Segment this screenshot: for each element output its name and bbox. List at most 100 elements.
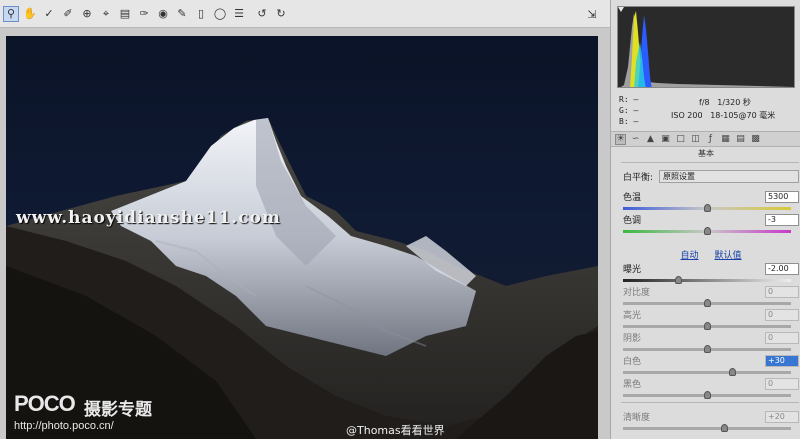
highlights-value-input[interactable]: 0 (765, 308, 799, 321)
site-watermark: www.haoyidianshe11.com (16, 208, 281, 228)
photo-preview[interactable]: www.haoyidianshe11.com POCO 摄影专题 http://… (6, 36, 598, 439)
shutter: 1/320 秒 (717, 98, 751, 107)
fullscreen-icon[interactable]: ⇲ (584, 7, 600, 21)
default-link[interactable]: 默认值 (715, 248, 742, 261)
radial-filter-icon[interactable]: ◯ (212, 6, 228, 22)
highlights-slider-track[interactable] (623, 322, 791, 330)
author-credit: @Thomas看看世界 (346, 424, 445, 437)
toolbar: ⚲ ✋ ✓ ✐ ⊕ ⌖ ▤ ✑ ◉ ✎ ▯ ◯ ☰ ↺ ↻ ⇲ (0, 0, 610, 28)
divider (621, 402, 799, 403)
list-icon[interactable]: ☰ (231, 6, 247, 22)
temperature-slider-thumb[interactable] (704, 204, 711, 212)
white-balance-row: 白平衡: 原照设置 (623, 169, 799, 183)
slider-header: 对比度 0 (623, 285, 799, 298)
tab-camera-calibration[interactable]: ▦ (720, 134, 731, 145)
contrast-slider-track[interactable] (623, 299, 791, 307)
clarity-value-input[interactable]: +20 (765, 410, 799, 423)
whites-value-input[interactable]: +30 (765, 354, 799, 367)
tint-value-input[interactable]: -3 (765, 213, 799, 226)
clarity-slider-track[interactable] (623, 424, 791, 432)
tab-basic[interactable]: ☀ (615, 133, 626, 145)
contrast-slider-thumb[interactable] (704, 299, 711, 307)
color-sampler-icon[interactable]: ✐ (60, 6, 76, 22)
tab-hsl[interactable]: ▣ (660, 134, 671, 145)
crop-icon[interactable]: ⌖ (98, 6, 114, 22)
red-eye-icon[interactable]: ◉ (155, 6, 171, 22)
exposure-slider-track[interactable] (623, 276, 791, 284)
slider-tint: 色调 -3 (623, 213, 799, 235)
camera-raw-window: ⚲ ✋ ✓ ✐ ⊕ ⌖ ▤ ✑ ◉ ✎ ▯ ◯ ☰ ↺ ↻ ⇲ www.haoy… (0, 0, 800, 439)
highlights-label: 高光 (623, 311, 642, 321)
temperature-value-input[interactable]: 5300 (765, 190, 799, 203)
spot-removal-icon[interactable]: ✑ (136, 6, 152, 22)
hand-icon[interactable]: ✋ (22, 6, 38, 22)
exposure-label: 曝光 (623, 265, 642, 275)
image-canvas[interactable]: www.haoyidianshe11.com POCO 摄影专题 http://… (0, 28, 610, 439)
tab-lens[interactable]: ◫ (690, 134, 701, 145)
histogram-graph (618, 7, 794, 87)
shadows-slider-track[interactable] (623, 345, 791, 353)
tint-slider-track[interactable] (623, 227, 791, 235)
clarity-label: 清晰度 (623, 413, 651, 423)
adjustments-panel: R: — G: — B: — f/8 1/320 秒 ISO 200 18-10… (610, 0, 800, 439)
white-balance-value: 原照设置 (663, 171, 695, 181)
slider-whites: 白色 +30 (623, 354, 799, 376)
exposure-value-input[interactable]: -2.00 (765, 262, 799, 275)
shadows-slider-thumb[interactable] (704, 345, 711, 353)
whites-slider-thumb[interactable] (729, 368, 737, 376)
slider-shadows: 阴影 0 (623, 331, 799, 353)
zoom-icon[interactable]: ⚲ (3, 5, 19, 22)
tint-slider-thumb[interactable] (704, 227, 711, 235)
blacks-slider-thumb[interactable] (704, 391, 711, 399)
slider-header: 高光 0 (623, 308, 799, 321)
slider-header: 黑色 0 (623, 377, 799, 390)
slider-temperature: 色温 5300 (623, 190, 799, 212)
slider-header: 清晰度 +20 (623, 410, 799, 423)
g-value: — (633, 106, 639, 115)
poco-url: http://photo.poco.cn/ (14, 420, 114, 432)
shadows-value-input[interactable]: 0 (765, 331, 799, 344)
blacks-label: 黑色 (623, 380, 642, 390)
white-balance-icon[interactable]: ✓ (41, 6, 57, 22)
slider-header: 色调 -3 (623, 213, 799, 226)
blacks-value-input[interactable]: 0 (765, 377, 799, 390)
slider-header: 色温 5300 (623, 190, 799, 203)
exposure-slider-thumb[interactable] (675, 276, 683, 284)
exif-info: f/8 1/320 秒 ISO 200 18-105@70 毫米 (671, 96, 799, 122)
white-balance-select[interactable]: 原照设置 (659, 169, 799, 183)
temperature-slider-track[interactable] (623, 204, 791, 212)
slider-header: 白色 +30 (623, 354, 799, 367)
temperature-label: 色温 (623, 193, 642, 203)
slider-clarity: 清晰度 +20 (623, 410, 799, 432)
white-balance-label: 白平衡: (623, 172, 654, 183)
tint-label: 色调 (623, 216, 642, 226)
tab-snapshots[interactable]: ▩ (750, 134, 761, 145)
rotate-right-icon[interactable]: ↻ (273, 6, 289, 22)
iso: ISO 200 (671, 111, 703, 120)
poco-logo-subtitle: 摄影专题 (84, 400, 152, 420)
auto-link[interactable]: 自动 (680, 248, 698, 261)
contrast-value-input[interactable]: 0 (765, 285, 799, 298)
shadows-label: 阴影 (623, 334, 642, 344)
auto-default-links: 自动 默认值 (623, 248, 799, 261)
adjustment-brush-icon[interactable]: ✎ (174, 6, 190, 22)
highlights-slider-thumb[interactable] (704, 322, 711, 330)
target-adjust-icon[interactable]: ⊕ (79, 6, 95, 22)
slider-header: 曝光 -2.00 (623, 262, 799, 275)
divider (621, 162, 799, 163)
blacks-slider-track[interactable] (623, 391, 791, 399)
tab-tone-curve[interactable]: ∽ (630, 134, 641, 145)
whites-slider-track[interactable] (623, 368, 791, 376)
rotate-left-icon[interactable]: ↺ (254, 6, 270, 22)
tab-effects[interactable]: ƒ (705, 134, 716, 145)
tab-detail[interactable]: ▲ (645, 134, 656, 145)
clarity-slider-thumb[interactable] (720, 424, 728, 432)
graduated-filter-icon[interactable]: ▯ (193, 6, 209, 22)
aperture: f/8 (699, 98, 710, 107)
slider-exposure: 曝光 -2.00 (623, 262, 799, 284)
tab-presets[interactable]: ▤ (735, 134, 746, 145)
histogram (617, 6, 795, 88)
tab-split-toning[interactable]: □ (675, 134, 686, 145)
straighten-icon[interactable]: ▤ (117, 6, 133, 22)
poco-logo: POCO (14, 391, 76, 416)
